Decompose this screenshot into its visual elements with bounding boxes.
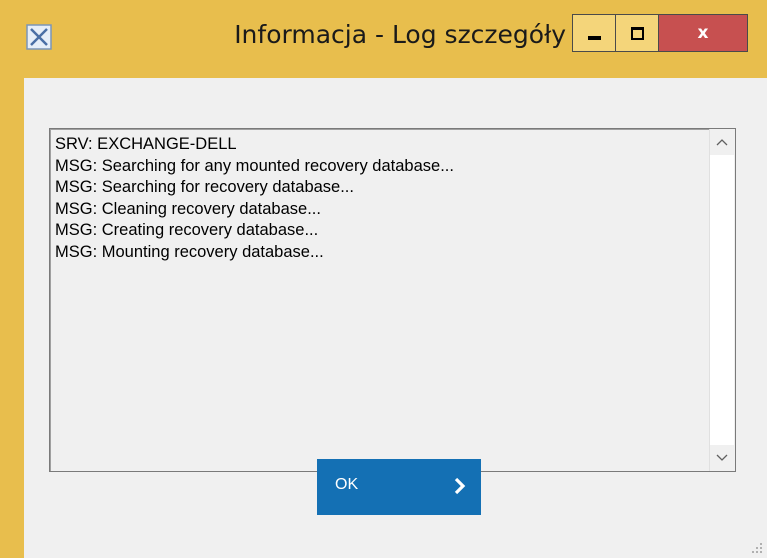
log-line: MSG: Searching for any mounted recovery …: [55, 156, 454, 175]
close-button[interactable]: x: [658, 14, 748, 52]
log-line: MSG: Creating recovery database...: [55, 221, 319, 239]
resize-grip-icon[interactable]: [751, 542, 763, 554]
maximize-button[interactable]: [615, 14, 659, 52]
chevron-right-icon: [454, 477, 466, 495]
ok-button-label: OK: [335, 476, 359, 493]
chevron-down-icon: [716, 454, 728, 461]
chevron-up-icon: [716, 139, 728, 146]
log-line: MSG: Cleaning recovery database...: [55, 199, 321, 218]
scroll-track[interactable]: [710, 155, 734, 445]
scroll-up-button[interactable]: [710, 129, 734, 155]
log-line: MSG: Searching for recovery database...: [55, 178, 354, 196]
log-lines: SRV: EXCHANGE-DELL MSG: Searching for an…: [55, 134, 705, 263]
scroll-down-button[interactable]: [710, 445, 734, 471]
maximize-icon: [630, 26, 644, 40]
dialog-window: Informacja - Log szczegóły x SRV: EXCHAN…: [0, 0, 767, 558]
app-window-icon: [26, 24, 52, 50]
vertical-scrollbar[interactable]: [709, 129, 735, 471]
minimize-icon: [587, 36, 601, 40]
window-controls: x: [572, 14, 748, 52]
dialog-content: SRV: EXCHANGE-DELL MSG: Searching for an…: [24, 78, 767, 558]
window-title: Informacja - Log szczegóły: [234, 20, 566, 49]
log-line: SRV: EXCHANGE-DELL: [55, 135, 237, 153]
close-icon: x: [697, 23, 709, 43]
log-line: MSG: Mounting recovery database...: [55, 242, 324, 261]
log-textbox[interactable]: SRV: EXCHANGE-DELL MSG: Searching for an…: [49, 128, 736, 472]
title-bar[interactable]: Informacja - Log szczegóły x: [0, 0, 767, 78]
minimize-button[interactable]: [572, 14, 616, 52]
ok-button[interactable]: OK: [317, 459, 481, 515]
